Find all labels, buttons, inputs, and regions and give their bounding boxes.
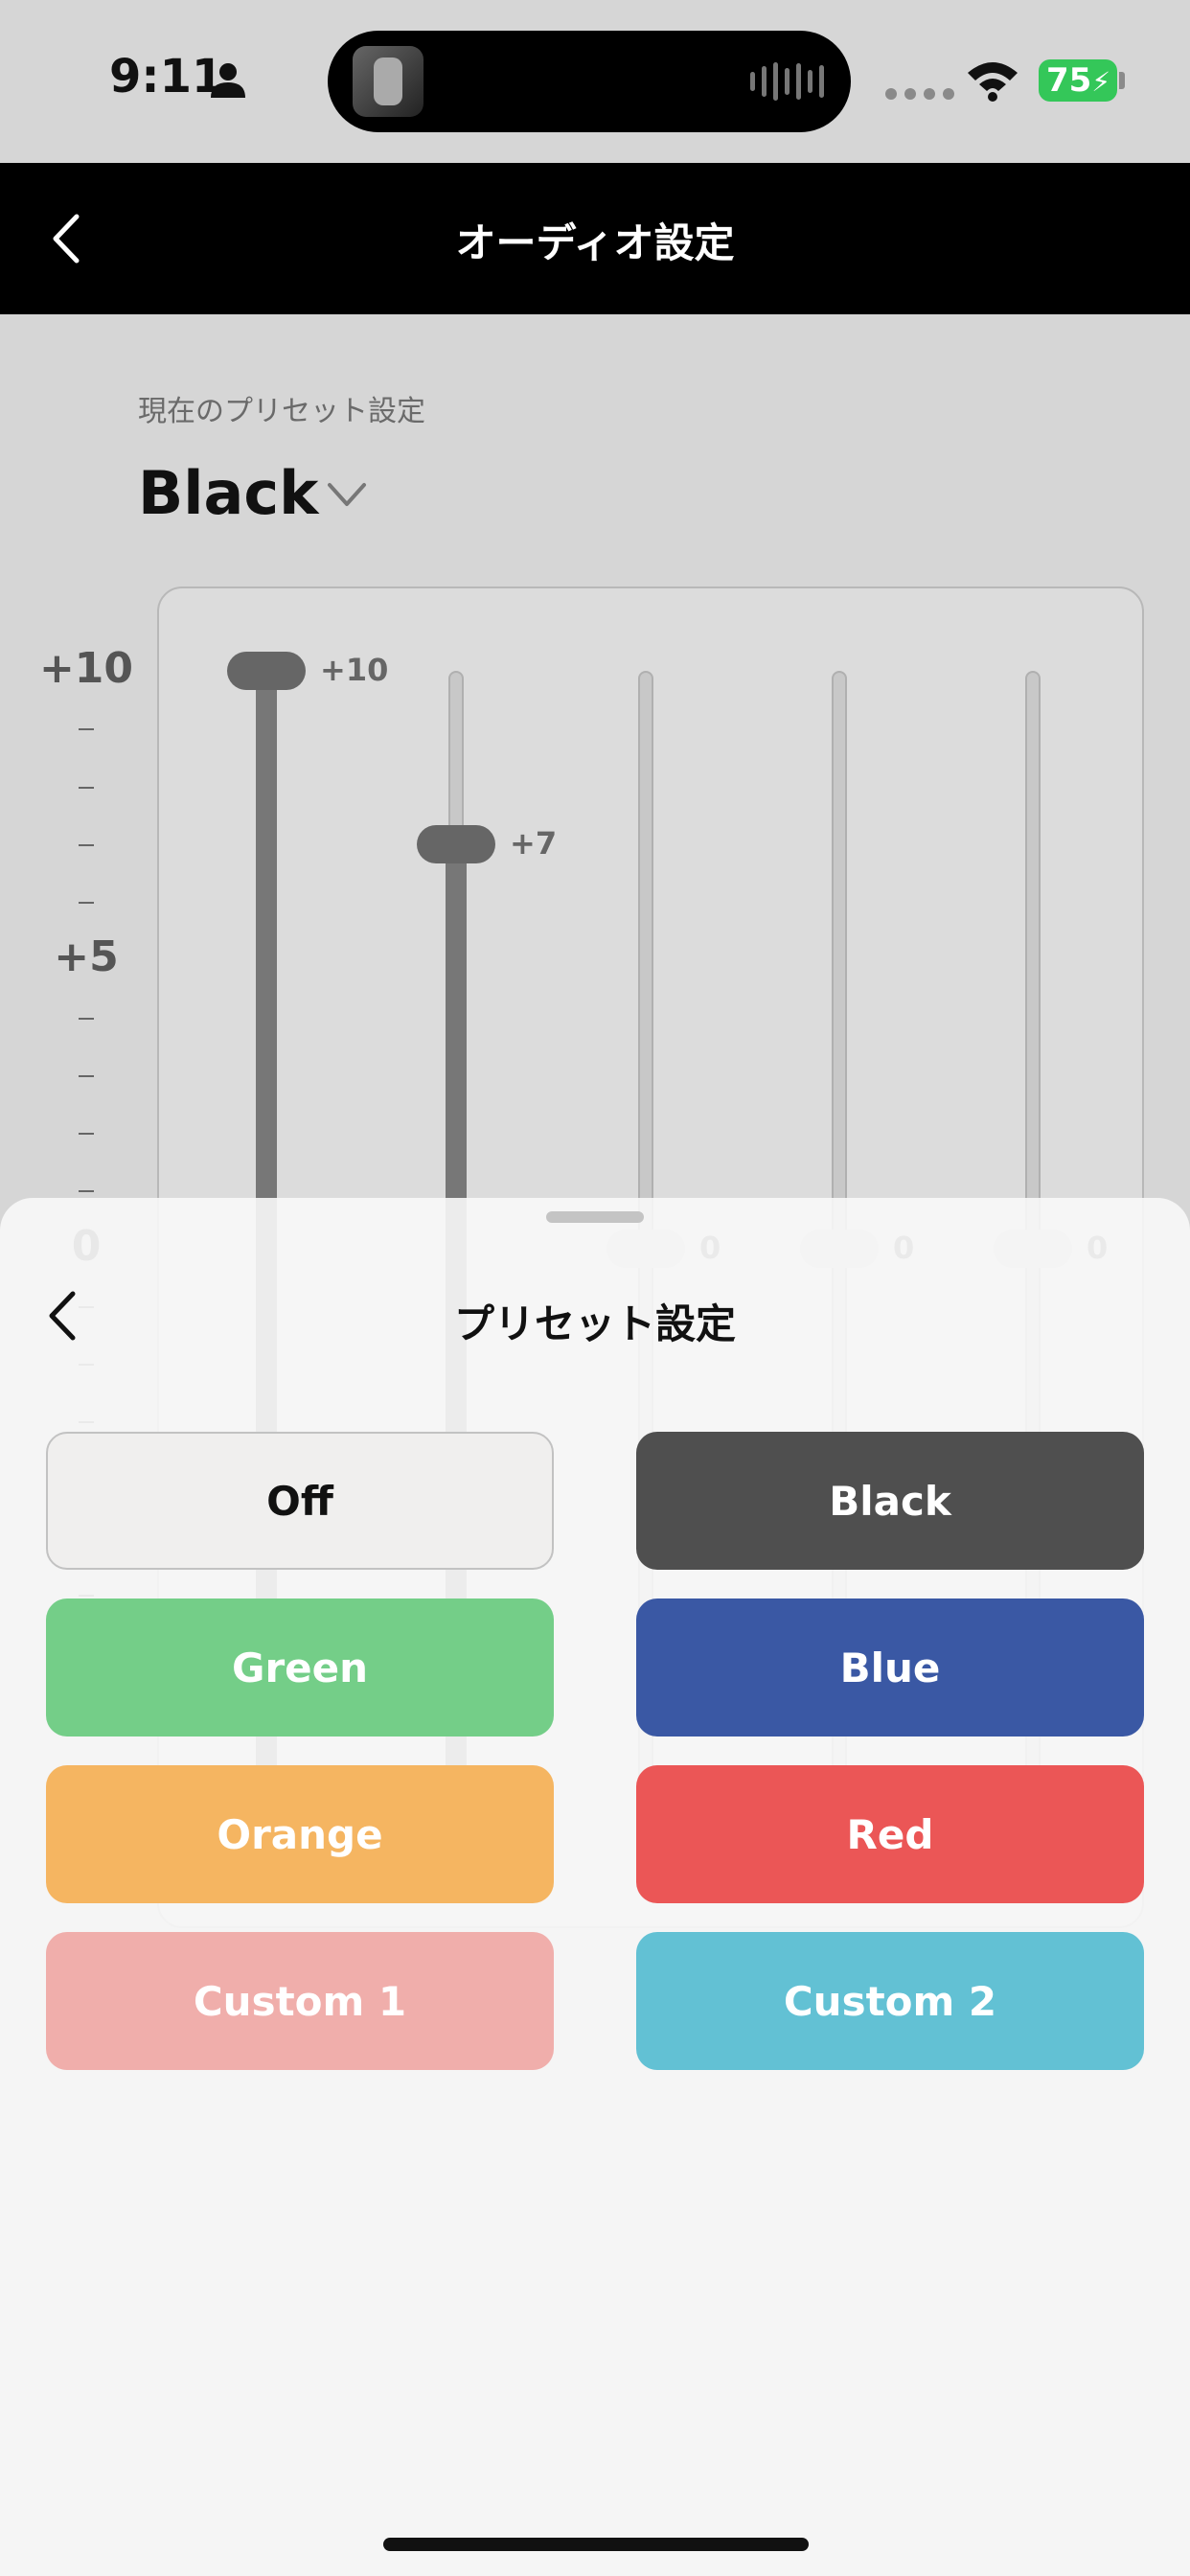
current-preset-name[interactable]: Black xyxy=(138,458,318,528)
nav-bar: オーディオ設定 xyxy=(0,163,1190,314)
preset-blue-button[interactable]: Blue xyxy=(636,1598,1144,1736)
eq-scale-tick xyxy=(79,902,94,904)
battery-cap xyxy=(1119,72,1125,89)
now-playing-artwork xyxy=(353,46,423,117)
eq-scale-tick xyxy=(79,786,94,789)
preset-off-button[interactable]: Off xyxy=(46,1432,554,1570)
eq-band-value: +10 xyxy=(320,652,389,688)
preset-red-button[interactable]: Red xyxy=(636,1765,1144,1903)
eq-scale-tick xyxy=(79,1017,94,1020)
wifi-icon xyxy=(968,62,1018,102)
person-icon xyxy=(211,63,245,98)
dynamic-island[interactable] xyxy=(328,31,851,132)
preset-black-button[interactable]: Black xyxy=(636,1432,1144,1570)
eq-scale-label: +5 xyxy=(54,932,119,982)
audio-waveform-icon xyxy=(750,59,824,104)
status-bar: 9:11 75⚡ xyxy=(0,0,1190,163)
current-preset-caption: 現在のプリセット設定 xyxy=(138,395,425,428)
eq-scale-tick xyxy=(79,843,94,846)
sheet-grabber[interactable] xyxy=(546,1211,644,1223)
cellular-signal-icon xyxy=(885,88,954,100)
eq-scale-tick xyxy=(79,1074,94,1077)
preset-custom-1-button[interactable]: Custom 1 xyxy=(46,1932,554,2070)
home-indicator[interactable] xyxy=(383,2538,809,2551)
eq-scale-tick xyxy=(79,728,94,731)
preset-sheet: プリセット設定 Off Black Green Blue Orange Red … xyxy=(0,1198,1190,2576)
status-time: 9:11 xyxy=(109,50,224,104)
chevron-down-icon[interactable] xyxy=(326,479,368,512)
eq-scale-label: +10 xyxy=(38,644,134,693)
preset-custom-2-button[interactable]: Custom 2 xyxy=(636,1932,1144,2070)
preset-orange-button[interactable]: Orange xyxy=(46,1765,554,1903)
eq-slider-knob[interactable] xyxy=(417,824,495,863)
battery-icon: 75⚡ xyxy=(1039,59,1117,102)
page-title: オーディオ設定 xyxy=(455,219,735,266)
preset-green-button[interactable]: Green xyxy=(46,1598,554,1736)
eq-scale-tick xyxy=(79,1190,94,1193)
eq-band-value: +7 xyxy=(510,824,558,862)
eq-scale-tick xyxy=(79,1133,94,1135)
battery-level: 75 xyxy=(1046,61,1092,100)
eq-slider-knob[interactable] xyxy=(227,652,306,690)
sheet-title: プリセット設定 xyxy=(453,1300,736,1347)
